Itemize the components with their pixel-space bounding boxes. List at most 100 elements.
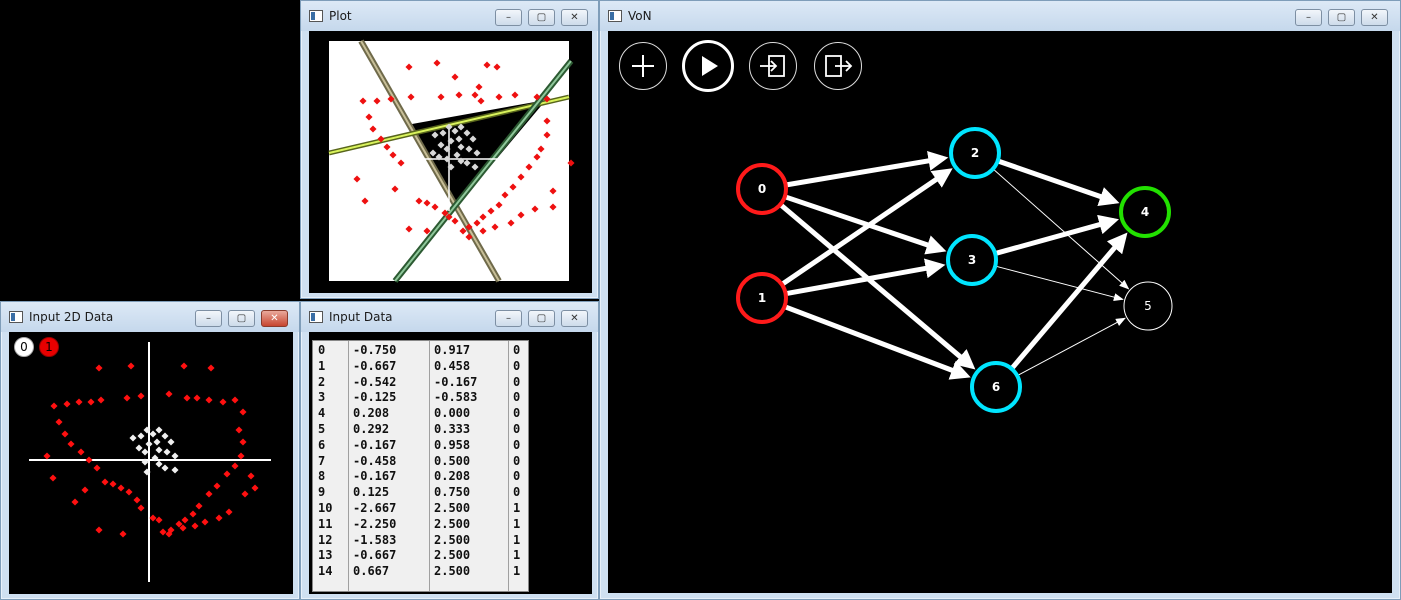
table-cell: -0.458 [353,453,397,468]
node-label: 0 [758,182,766,196]
input-2d-data-window: Input 2D Data – ▢ ✕ 0 1 [0,301,300,600]
minimize-button[interactable]: – [195,310,222,327]
class-1-point [109,480,117,488]
table-cell: 1 [513,500,521,515]
table-cell: -0.167 [434,374,478,389]
y-column: 0.917 0.458 -0.167 -0.583 0.000 0.333 0.958 0.5… [429,341,508,591]
class-0-point [149,430,157,438]
minimize-button[interactable]: – [495,9,522,26]
class-0-point [155,460,163,468]
node-3[interactable]: 3 [946,234,998,286]
node-1[interactable]: 1 [736,272,788,324]
class-0-point [145,440,153,448]
class-1-point [43,452,51,460]
table-cell: -0.542 [353,374,397,389]
titlebar[interactable]: VoN – ▢ ✕ [600,1,1400,31]
table-cell: 0.917 [434,343,471,357]
index-column: 0 1 2 3 4 5 6 7 8 9 10 11 12 13 14 [313,341,348,591]
class-1-point [180,362,188,370]
table-cell: 0 [513,437,521,452]
network-graph[interactable]: 0 1 2 3 6 4 5 [608,31,1392,593]
network-canvas[interactable]: 0 1 2 3 6 4 5 [608,31,1392,593]
table-cell: 0 [513,343,521,357]
class-1-point [251,484,259,492]
class-1-point [125,488,133,496]
table-cell: 2.500 [434,532,471,547]
class-1-point [219,398,227,406]
edge-1-3[interactable] [785,258,946,297]
table-cell: 0 [513,453,521,468]
class-1-point [127,362,135,370]
node-0[interactable]: 0 [736,163,788,215]
minimize-button[interactable]: – [1295,9,1322,26]
class-1-point [193,394,201,402]
class-0-point [135,444,143,452]
class-1-point [247,472,255,480]
plot-canvas [309,31,592,293]
class-1-point [231,462,239,470]
close-button[interactable]: ✕ [561,310,588,327]
edge-3-5[interactable] [995,265,1124,302]
node-5[interactable]: 5 [1123,281,1173,331]
table-cell: 0.333 [434,421,471,436]
restore-button[interactable]: ▢ [1328,9,1355,26]
table-cell: 9 [318,485,326,500]
table-cell: 0 [513,421,521,436]
node-label: 3 [968,253,976,267]
table-cell: 0.667 [353,564,390,579]
table-cell: 3 [318,390,326,405]
class-1-point [181,516,189,524]
close-button[interactable]: ✕ [561,9,588,26]
node-6[interactable]: 6 [970,361,1022,413]
table-cell: 7 [318,453,326,468]
class-1-point [241,490,249,498]
class-0-point [167,438,175,446]
class-1-point [97,396,105,404]
decision-boundary-plot [328,39,575,283]
class-1-point [137,504,145,512]
table-cell: 1 [513,532,521,547]
class-1-point [239,438,247,446]
app-icon [309,10,323,22]
table-cell: 2.500 [434,500,471,515]
table-cell: 2.500 [434,548,471,563]
table-cell: 13 [318,548,333,563]
edge-3-4[interactable] [994,214,1119,256]
node-2[interactable]: 2 [949,127,1001,179]
close-button[interactable]: ✕ [1361,9,1388,26]
table-cell: 0 [318,343,326,357]
table-cell: 12 [318,532,333,547]
node-label: 4 [1141,205,1149,219]
class-0-point [171,452,179,460]
titlebar[interactable]: Input 2D Data – ▢ ✕ [1,302,299,332]
class-1-point [225,508,233,516]
table-cell: 1 [513,564,521,579]
table-cell: 0.500 [434,453,471,468]
table-cell: 14 [318,564,333,579]
table-cell: 0.000 [434,406,471,421]
close-button[interactable]: ✕ [261,310,288,327]
table-cell: -2.250 [353,516,397,531]
restore-button[interactable]: ▢ [528,9,555,26]
class-0-point [155,446,163,454]
edge-2-4[interactable] [996,158,1120,207]
minimize-button[interactable]: – [495,310,522,327]
restore-button[interactable]: ▢ [228,310,255,327]
scatter-canvas[interactable]: 0 1 [9,332,293,594]
table-cell: 4 [318,406,326,421]
table-cell: 2.500 [434,564,471,579]
class-0-point [155,426,163,434]
window-title: Plot [329,9,352,23]
table-cell: 1 [513,516,521,531]
input-data-table[interactable]: 0 1 2 3 4 5 6 7 8 9 10 11 12 13 14 -0.750 -0.667 -0.542-… [312,340,529,592]
edge-0-2[interactable] [785,150,949,188]
class-1-point [93,464,101,472]
titlebar[interactable]: Input Data – ▢ ✕ [301,302,598,332]
app-icon [9,311,23,323]
titlebar[interactable]: Plot – ▢ ✕ [301,1,598,31]
node-4[interactable]: 4 [1119,186,1171,238]
restore-button[interactable]: ▢ [528,310,555,327]
edge-0-3[interactable] [783,194,947,255]
table-cell: 1 [318,358,326,373]
class-1-point [207,364,215,372]
